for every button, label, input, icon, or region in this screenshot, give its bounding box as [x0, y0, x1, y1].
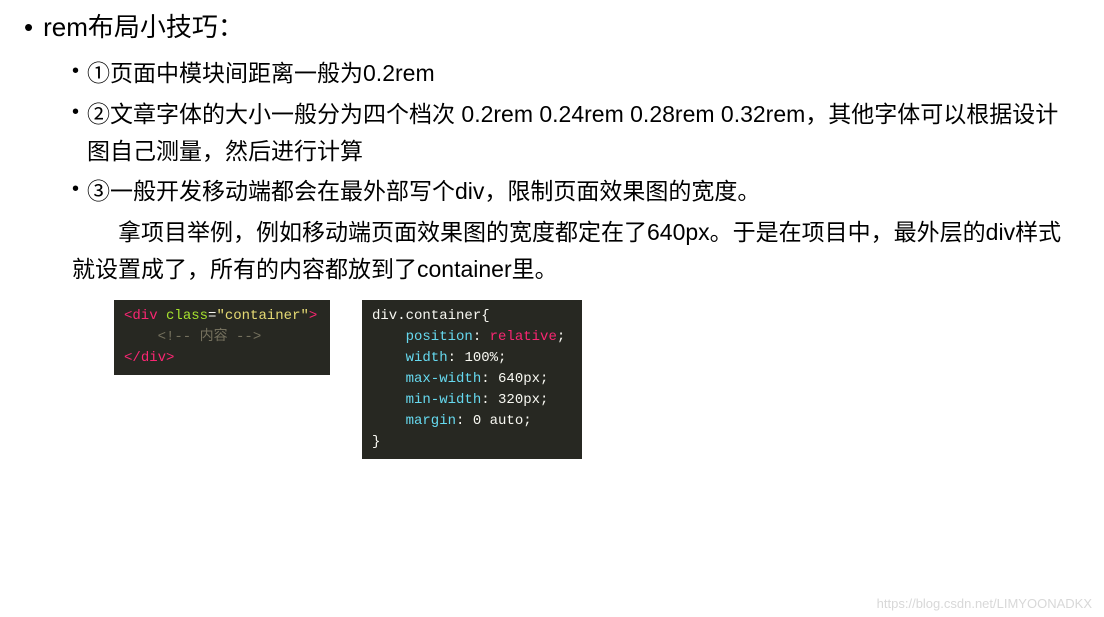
bullet-dot: • — [72, 173, 79, 210]
code-token: ; — [498, 350, 506, 366]
code-token: max-width — [372, 371, 481, 387]
code-token: } — [372, 434, 380, 450]
code-block-html: <div class="container"> <!-- 内容 --> </di… — [114, 300, 330, 375]
code-token: div — [141, 350, 166, 366]
code-token: div — [132, 308, 157, 324]
code-token: : — [473, 329, 490, 345]
code-token: ; — [540, 392, 548, 408]
code-token: 320px — [498, 392, 540, 408]
code-token: position — [372, 329, 473, 345]
bullet-dot: • — [24, 8, 33, 47]
main-title-row: • rem布局小技巧： — [24, 8, 1080, 47]
code-blocks-container: <div class="container"> <!-- 内容 --> </di… — [114, 300, 1080, 459]
code-token: margin — [372, 413, 456, 429]
list-item: • ③一般开发移动端都会在最外部写个div，限制页面效果图的宽度。 — [72, 173, 1080, 210]
code-token: > — [166, 350, 174, 366]
code-block-css: div.container{ position: relative; width… — [362, 300, 582, 459]
code-token: 0 auto — [473, 413, 523, 429]
code-token: > — [309, 308, 317, 324]
code-token: ; — [540, 371, 548, 387]
bullet-dot: • — [72, 55, 79, 92]
code-token: relative — [490, 329, 557, 345]
bullet-dot: • — [72, 96, 79, 170]
code-token: 100% — [464, 350, 498, 366]
code-token: 640px — [498, 371, 540, 387]
list-item: • ②文章字体的大小一般分为四个档次 0.2rem 0.24rem 0.28re… — [72, 96, 1080, 170]
code-token: min-width — [372, 392, 481, 408]
item-text: ①页面中模块间距离一般为0.2rem — [87, 55, 1080, 92]
sub-list: • ①页面中模块间距离一般为0.2rem • ②文章字体的大小一般分为四个档次 … — [72, 55, 1080, 210]
code-token: ; — [557, 329, 565, 345]
code-token: : — [448, 350, 465, 366]
code-token: div.container{ — [372, 308, 490, 324]
paragraph-text: 拿项目举例，例如移动端页面效果图的宽度都定在了640px。于是在项目中，最外层的… — [72, 214, 1080, 288]
code-token: </ — [124, 350, 141, 366]
code-token: "container" — [216, 308, 308, 324]
list-item: • ①页面中模块间距离一般为0.2rem — [72, 55, 1080, 92]
code-token: width — [372, 350, 448, 366]
item-text: ②文章字体的大小一般分为四个档次 0.2rem 0.24rem 0.28rem … — [87, 96, 1080, 170]
watermark-text: https://blog.csdn.net/LIMYOONADKX — [877, 596, 1092, 611]
item-text: ③一般开发移动端都会在最外部写个div，限制页面效果图的宽度。 — [87, 173, 1080, 210]
code-token: <!-- 内容 --> — [124, 329, 261, 345]
code-token: : — [456, 413, 473, 429]
code-token: : — [481, 392, 498, 408]
code-token: ; — [523, 413, 531, 429]
main-title: rem布局小技巧： — [43, 8, 244, 47]
code-token: class — [158, 308, 208, 324]
code-token: : — [481, 371, 498, 387]
